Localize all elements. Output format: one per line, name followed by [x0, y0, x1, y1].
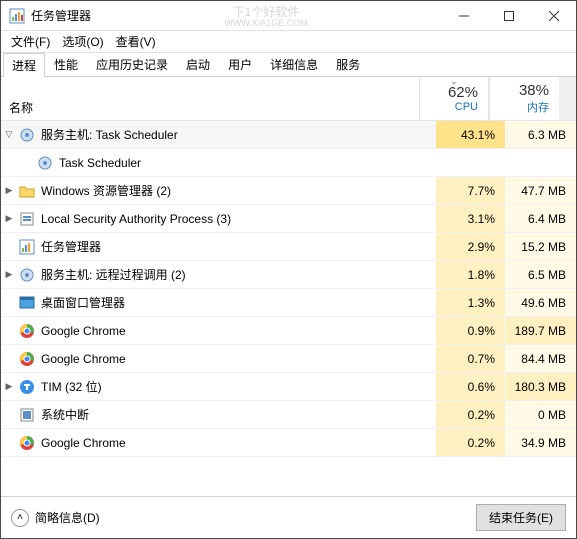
- app-icon: [9, 8, 25, 24]
- gear-icon: [19, 127, 35, 143]
- cpu-cell: 1.3%: [436, 289, 506, 316]
- titlebar: 任务管理器 下1个好软件 WWW.XIA1GE.COM: [1, 1, 576, 31]
- menubar: 文件(F) 选项(O) 查看(V): [1, 31, 576, 53]
- gear-icon: [37, 155, 53, 171]
- memory-cell: 84.4 MB: [506, 345, 576, 372]
- tim-icon: [19, 379, 35, 395]
- memory-cell: 47.7 MB: [506, 177, 576, 204]
- memory-cell: 6.5 MB: [506, 261, 576, 288]
- footer: ˄ 简略信息(D) 结束任务(E): [1, 496, 576, 538]
- process-row[interactable]: 任务管理器2.9%15.2 MB: [1, 233, 576, 261]
- process-row[interactable]: ▶Local Security Authority Process (3)3.1…: [1, 205, 576, 233]
- memory-cell: 0 MB: [506, 401, 576, 428]
- cpu-cell: 0.2%: [436, 401, 506, 428]
- process-list-area: 名称 ⌄ 62% CPU 38% 内存 ▽服务主机: Task Schedule…: [1, 77, 576, 496]
- chrome-icon: [19, 323, 35, 339]
- gear-icon: [19, 267, 35, 283]
- cpu-cell: 43.1%: [436, 121, 506, 148]
- tab-history[interactable]: 应用历史记录: [87, 52, 177, 76]
- column-memory[interactable]: 38% 内存: [489, 77, 559, 120]
- tab-users[interactable]: 用户: [219, 52, 261, 76]
- tab-startup[interactable]: 启动: [177, 52, 219, 76]
- minimize-button[interactable]: [441, 1, 486, 31]
- cpu-cell: 0.6%: [436, 373, 506, 400]
- process-name-cell: 服务主机: Task Scheduler: [17, 126, 436, 143]
- tab-services[interactable]: 服务: [327, 52, 369, 76]
- process-name-cell: Google Chrome: [17, 351, 436, 367]
- cpu-cell: 0.7%: [436, 345, 506, 372]
- dwm-icon: [19, 295, 35, 311]
- process-name-cell: 系统中断: [17, 406, 436, 423]
- cpu-cell: 1.8%: [436, 261, 506, 288]
- process-name-cell: TIM (32 位): [17, 378, 436, 395]
- process-row[interactable]: Task Scheduler: [1, 149, 576, 177]
- cpu-cell: 7.7%: [436, 177, 506, 204]
- column-name[interactable]: 名称: [1, 77, 419, 120]
- tab-processes[interactable]: 进程: [3, 53, 45, 77]
- cpu-cell: 2.9%: [436, 233, 506, 260]
- menu-file[interactable]: 文件(F): [5, 31, 56, 52]
- close-button[interactable]: [531, 1, 576, 31]
- watermark: 下1个好软件 WWW.XIA1GE.COM: [91, 3, 441, 28]
- folder-icon: [19, 183, 35, 199]
- fewer-details-button[interactable]: ˄ 简略信息(D): [11, 509, 100, 527]
- cpu-cell: 3.1%: [436, 205, 506, 232]
- chrome-icon: [19, 351, 35, 367]
- chrome-icon: [19, 435, 35, 451]
- menu-options[interactable]: 选项(O): [56, 31, 109, 52]
- process-name-cell: Task Scheduler: [17, 155, 436, 171]
- taskmgr-icon: [19, 239, 35, 255]
- system-icon: [19, 407, 35, 423]
- process-name-cell: Google Chrome: [17, 435, 436, 451]
- expand-chevron-icon[interactable]: ▽: [1, 129, 17, 140]
- process-list[interactable]: ▽服务主机: Task Scheduler43.1%6.3 MB Task Sch…: [1, 121, 576, 496]
- tab-details[interactable]: 详细信息: [261, 52, 327, 76]
- memory-cell: 6.4 MB: [506, 205, 576, 232]
- tabbar: 进程 性能 应用历史记录 启动 用户 详细信息 服务: [1, 53, 576, 77]
- memory-cell: 189.7 MB: [506, 317, 576, 344]
- process-row[interactable]: ▶服务主机: 远程过程调用 (2)1.8%6.5 MB: [1, 261, 576, 289]
- process-row[interactable]: Google Chrome0.2%34.9 MB: [1, 429, 576, 457]
- chevron-up-icon: ˄: [11, 509, 29, 527]
- shield-icon: [19, 211, 35, 227]
- process-row[interactable]: ▽服务主机: Task Scheduler43.1%6.3 MB: [1, 121, 576, 149]
- process-name-cell: 任务管理器: [17, 238, 436, 255]
- cpu-cell: 0.2%: [436, 429, 506, 456]
- memory-cell: 49.6 MB: [506, 289, 576, 316]
- memory-cell: 180.3 MB: [506, 373, 576, 400]
- process-name-cell: 桌面窗口管理器: [17, 294, 436, 311]
- end-task-button[interactable]: 结束任务(E): [476, 504, 566, 531]
- process-row[interactable]: 系统中断0.2%0 MB: [1, 401, 576, 429]
- sort-indicator-icon: ⌄: [451, 77, 458, 86]
- window-title: 任务管理器: [31, 7, 91, 24]
- expand-chevron-icon[interactable]: ▶: [1, 269, 17, 280]
- tab-performance[interactable]: 性能: [45, 52, 87, 76]
- process-row[interactable]: 桌面窗口管理器1.3%49.6 MB: [1, 289, 576, 317]
- process-row[interactable]: Google Chrome0.7%84.4 MB: [1, 345, 576, 373]
- expand-chevron-icon[interactable]: ▶: [1, 213, 17, 224]
- maximize-button[interactable]: [486, 1, 531, 31]
- expand-chevron-icon[interactable]: ▶: [1, 185, 17, 196]
- memory-cell: 6.3 MB: [506, 121, 576, 148]
- menu-view[interactable]: 查看(V): [110, 31, 162, 52]
- process-name-cell: Windows 资源管理器 (2): [17, 182, 436, 199]
- process-name-cell: 服务主机: 远程过程调用 (2): [17, 266, 436, 283]
- process-row[interactable]: ▶TIM (32 位)0.6%180.3 MB: [1, 373, 576, 401]
- task-manager-window: 任务管理器 下1个好软件 WWW.XIA1GE.COM 文件(F) 选项(O) …: [0, 0, 577, 539]
- memory-cell: 34.9 MB: [506, 429, 576, 456]
- process-row[interactable]: Google Chrome0.9%189.7 MB: [1, 317, 576, 345]
- column-cpu[interactable]: ⌄ 62% CPU: [419, 77, 489, 120]
- process-row[interactable]: ▶Windows 资源管理器 (2)7.7%47.7 MB: [1, 177, 576, 205]
- memory-cell: 15.2 MB: [506, 233, 576, 260]
- process-name-cell: Local Security Authority Process (3): [17, 211, 436, 227]
- expand-chevron-icon[interactable]: ▶: [1, 381, 17, 392]
- column-headers: 名称 ⌄ 62% CPU 38% 内存: [1, 77, 576, 121]
- cpu-cell: 0.9%: [436, 317, 506, 344]
- process-name-cell: Google Chrome: [17, 323, 436, 339]
